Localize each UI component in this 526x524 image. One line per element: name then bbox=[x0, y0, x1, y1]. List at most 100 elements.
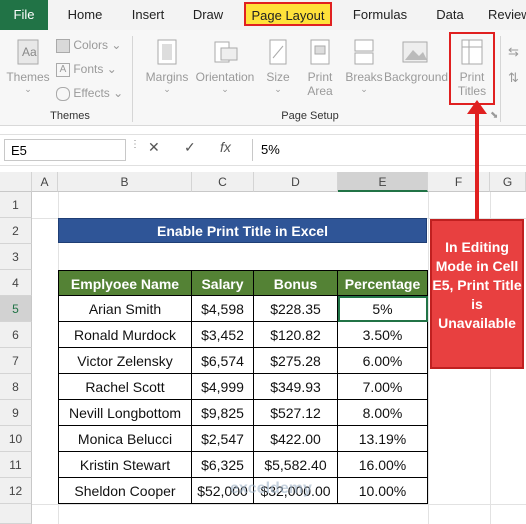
table-cell[interactable]: Kristin Stewart bbox=[58, 452, 192, 478]
table-cell[interactable]: 5% bbox=[338, 296, 428, 322]
table-cell[interactable]: $6,574 bbox=[192, 348, 254, 374]
column-header-e[interactable]: E bbox=[338, 172, 428, 192]
tab-draw[interactable]: Draw bbox=[186, 0, 230, 30]
cancel-icon[interactable]: ✕ bbox=[148, 139, 160, 156]
dialog-launcher-icon[interactable]: ⬊ bbox=[490, 110, 498, 121]
formula-input[interactable]: 5% bbox=[252, 139, 522, 161]
themes-button[interactable]: Aa Themes ⌄ bbox=[6, 38, 50, 95]
column-header-g[interactable]: G bbox=[490, 172, 526, 192]
scale-icon[interactable]: ⇅ bbox=[508, 70, 519, 86]
table-cell[interactable]: Ronald Murdock bbox=[58, 322, 192, 348]
table-cell[interactable]: $349.93 bbox=[254, 374, 338, 400]
table-cell[interactable]: $228.35 bbox=[254, 296, 338, 322]
watermark: exceldemy bbox=[230, 480, 312, 497]
tab-formulas[interactable]: Formulas bbox=[348, 0, 412, 30]
chevron-down-icon: ⌄ bbox=[274, 84, 282, 94]
size-label: Size bbox=[266, 70, 290, 84]
column-header-a[interactable]: A bbox=[32, 172, 58, 192]
table-cell[interactable]: $6,325 bbox=[192, 452, 254, 478]
print-area-label-1: Print bbox=[307, 70, 333, 84]
table-cell[interactable]: $527.12 bbox=[254, 400, 338, 426]
table-header-cell[interactable]: Salary bbox=[192, 270, 254, 296]
table-cell[interactable]: Monica Belucci bbox=[58, 426, 192, 452]
breaks-button[interactable]: Breaks ⌄ bbox=[344, 38, 384, 95]
name-box[interactable]: E5 bbox=[4, 139, 126, 161]
colors-button[interactable]: Colors ⌄ bbox=[56, 38, 121, 53]
margins-button[interactable]: Margins ⌄ bbox=[142, 38, 192, 95]
size-button[interactable]: Size ⌄ bbox=[262, 38, 294, 95]
scale-icon[interactable]: ⇆ bbox=[508, 44, 519, 60]
tab-review[interactable]: Review bbox=[488, 0, 526, 30]
column-header-f[interactable]: F bbox=[428, 172, 490, 192]
chevron-down-icon: ⌄ bbox=[360, 84, 368, 94]
chevron-down-icon: ⌄ bbox=[163, 84, 171, 94]
table-cell[interactable]: Arian Smith bbox=[58, 296, 192, 322]
table-header-cell[interactable]: Percentage bbox=[338, 270, 428, 296]
themes-group-label: Themes bbox=[50, 110, 90, 122]
table-cell[interactable]: 7.00% bbox=[338, 374, 428, 400]
row-header-9[interactable]: 9 bbox=[0, 400, 32, 426]
row-header-7[interactable]: 7 bbox=[0, 348, 32, 374]
table-cell[interactable]: 8.00% bbox=[338, 400, 428, 426]
row-header-11[interactable]: 11 bbox=[0, 452, 32, 478]
table-cell[interactable]: $4,999 bbox=[192, 374, 254, 400]
table-cell[interactable]: $2,547 bbox=[192, 426, 254, 452]
table-cell[interactable]: Victor Zelensky bbox=[58, 348, 192, 374]
group-divider bbox=[132, 36, 133, 122]
annotation-arrowhead bbox=[467, 100, 487, 114]
column-header-b[interactable]: B bbox=[58, 172, 192, 192]
row-header-1[interactable]: 1 bbox=[0, 192, 32, 218]
select-all-corner[interactable] bbox=[0, 172, 32, 192]
table-cell[interactable]: 16.00% bbox=[338, 452, 428, 478]
table-cell[interactable]: $275.28 bbox=[254, 348, 338, 374]
tab-home[interactable]: Home bbox=[62, 0, 108, 30]
insert-function-icon[interactable]: fx bbox=[220, 139, 231, 155]
tab-file[interactable]: File bbox=[0, 0, 48, 30]
row-header-4[interactable]: 4 bbox=[0, 270, 32, 296]
table-cell[interactable]: $120.82 bbox=[254, 322, 338, 348]
row-header-8[interactable]: 8 bbox=[0, 374, 32, 400]
background-button[interactable]: Background bbox=[384, 38, 448, 84]
table-header-cell[interactable]: Emplyoee Name bbox=[58, 270, 192, 296]
name-box-menu-icon[interactable]: ⋮ bbox=[130, 139, 140, 150]
table-cell[interactable]: $4,598 bbox=[192, 296, 254, 322]
row-header-6[interactable]: 6 bbox=[0, 322, 32, 348]
enter-icon[interactable]: ✓ bbox=[184, 139, 196, 156]
ribbon-tab-bar: File Home Insert Draw Page Layout Formul… bbox=[0, 0, 526, 30]
table-cell[interactable]: Sheldon Cooper bbox=[58, 478, 192, 504]
table-cell[interactable]: 13.19% bbox=[338, 426, 428, 452]
row-header-2[interactable]: 2 bbox=[0, 218, 32, 244]
column-header-c[interactable]: C bbox=[192, 172, 254, 192]
row-header-13[interactable] bbox=[0, 504, 32, 524]
effects-button[interactable]: Effects ⌄ bbox=[56, 86, 123, 101]
column-header-d[interactable]: D bbox=[254, 172, 338, 192]
print-area-button[interactable]: Print Area bbox=[300, 38, 340, 98]
tab-insert[interactable]: Insert bbox=[124, 0, 172, 30]
table-cell[interactable]: Rachel Scott bbox=[58, 374, 192, 400]
breaks-label: Breaks bbox=[345, 70, 383, 84]
orientation-label: Orientation bbox=[195, 70, 255, 84]
table-cell[interactable]: Nevill Longbottom bbox=[58, 400, 192, 426]
table-cell[interactable]: 3.50% bbox=[338, 322, 428, 348]
table-cell[interactable]: $5,582.40 bbox=[254, 452, 338, 478]
gridline bbox=[32, 504, 526, 505]
ribbon-panel: Aa Themes ⌄ Colors ⌄ A Fonts ⌄ Effects ⌄… bbox=[0, 30, 526, 126]
tab-data[interactable]: Data bbox=[430, 0, 470, 30]
tab-page-layout[interactable]: Page Layout bbox=[244, 2, 332, 26]
table-cell[interactable]: $3,452 bbox=[192, 322, 254, 348]
group-divider bbox=[500, 36, 501, 122]
table-cell[interactable]: $422.00 bbox=[254, 426, 338, 452]
annotation-arrow bbox=[475, 110, 479, 220]
orientation-button[interactable]: Orientation ⌄ bbox=[192, 38, 258, 95]
row-header-12[interactable]: 12 bbox=[0, 478, 32, 504]
effects-label: Effects bbox=[73, 86, 110, 100]
table-cell[interactable]: $9,825 bbox=[192, 400, 254, 426]
table-cell[interactable]: 6.00% bbox=[338, 348, 428, 374]
table-header-cell[interactable]: Bonus bbox=[254, 270, 338, 296]
background-icon bbox=[402, 41, 428, 63]
row-header-5[interactable]: 5 bbox=[0, 296, 32, 322]
fonts-button[interactable]: A Fonts ⌄ bbox=[56, 62, 117, 77]
table-cell[interactable]: 10.00% bbox=[338, 478, 428, 504]
row-header-3[interactable]: 3 bbox=[0, 244, 32, 270]
row-header-10[interactable]: 10 bbox=[0, 426, 32, 452]
